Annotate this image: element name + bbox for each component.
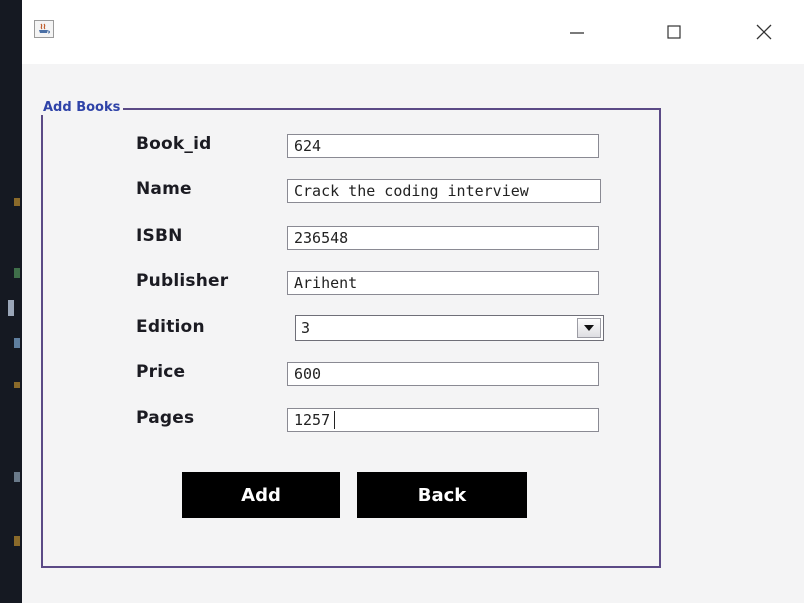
desktop-edge-mark (14, 382, 20, 388)
chevron-down-icon (584, 325, 594, 331)
maximize-icon (667, 25, 681, 39)
edition-dropdown-button[interactable] (577, 318, 601, 338)
publisher-label: Publisher (136, 271, 229, 291)
desktop-edge-mark (14, 198, 20, 206)
book-id-input[interactable] (287, 134, 599, 158)
name-input[interactable] (287, 179, 601, 203)
desktop-edge-mark (14, 536, 20, 546)
minimize-button[interactable] (557, 14, 597, 50)
group-title: Add Books (40, 100, 124, 115)
edition-label: Edition (136, 317, 205, 337)
minimize-icon (570, 32, 584, 34)
edition-selected-value: 3 (301, 319, 311, 337)
name-label: Name (136, 179, 192, 199)
form-content: Add Books Book_id Name ISBN Publisher Ed… (22, 64, 804, 603)
add-books-window: Add Books Book_id Name ISBN Publisher Ed… (22, 0, 804, 603)
java-app-icon (34, 20, 54, 38)
back-button[interactable]: Back (357, 472, 527, 518)
isbn-label: ISBN (136, 226, 183, 246)
book-id-label: Book_id (136, 134, 212, 154)
pages-label: Pages (136, 408, 195, 428)
price-label: Price (136, 362, 186, 382)
desktop-edge-mark (8, 300, 14, 316)
desktop-background (0, 0, 22, 603)
price-input[interactable] (287, 362, 599, 386)
desktop-edge-mark (14, 472, 20, 482)
desktop-edge-mark (14, 268, 20, 278)
add-button[interactable]: Add (182, 472, 340, 518)
close-button[interactable] (744, 14, 784, 50)
title-bar[interactable] (22, 0, 804, 64)
maximize-button[interactable] (654, 14, 694, 50)
edition-dropdown[interactable]: 3 (295, 315, 604, 341)
publisher-input[interactable] (287, 271, 599, 295)
close-icon (756, 24, 772, 40)
isbn-input[interactable] (287, 226, 599, 250)
desktop-edge-mark (14, 338, 20, 348)
text-cursor (334, 411, 335, 429)
